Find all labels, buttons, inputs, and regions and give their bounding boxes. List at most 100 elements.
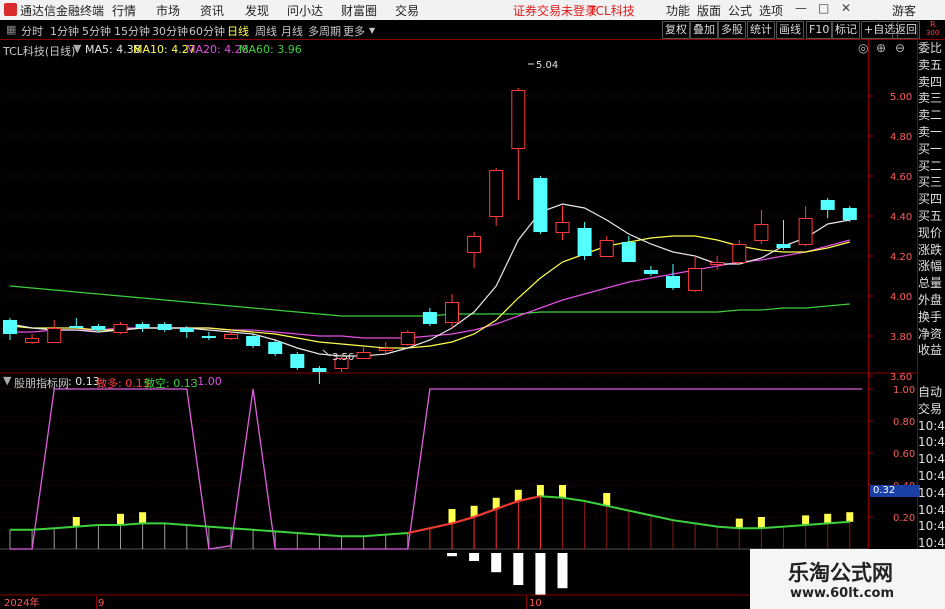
white-bar — [469, 553, 480, 561]
side-label: 涨幅 — [918, 259, 943, 274]
candle-body-down — [201, 336, 216, 338]
white-bar — [491, 553, 502, 573]
watermark: 乐淘公式网 www.60lt.com — [750, 549, 945, 609]
x-label-oct: 10 — [529, 598, 542, 609]
yellow-bar — [846, 512, 854, 522]
moving-average-lines — [9, 203, 850, 357]
candle-body-down — [577, 228, 592, 256]
price-tick-label: 4.20 — [890, 252, 912, 263]
candle — [666, 264, 680, 290]
price-tick-label: 5.00 — [890, 92, 912, 103]
candle-body-up — [798, 218, 813, 245]
long-label: 做多: 0.13 — [96, 377, 150, 390]
candle-body-down — [290, 354, 305, 368]
candle-body-up — [224, 334, 238, 339]
candle — [356, 346, 371, 359]
candle — [599, 236, 614, 257]
side-label: 10:49 — [918, 468, 945, 483]
price-tick-label: 3.80 — [890, 332, 912, 343]
candle-body-down — [312, 368, 327, 372]
candle-body-up — [732, 244, 747, 263]
price-tick-label: 4.60 — [890, 172, 912, 183]
side-label: 卖五 — [918, 57, 943, 72]
candle-body-down — [69, 326, 84, 328]
candle — [511, 88, 526, 200]
yellow-bar — [603, 493, 611, 506]
high-price-label: 5.04 — [536, 60, 558, 71]
price-tick-label: 4.40 — [890, 212, 912, 223]
price-tick-label: 4.00 — [890, 292, 912, 303]
side-label: 买二 — [918, 158, 943, 173]
candle — [533, 176, 548, 234]
indicator-axis: 1.000.800.600.400.20 — [868, 385, 915, 524]
candle — [820, 198, 835, 218]
candle-body-up — [511, 90, 526, 149]
candle-body-up — [445, 302, 459, 323]
kline-chart: 5.04 3.56 5.00 4.80 4.60 4.40 4.20 4.00 3.80 3.… — [0, 20, 918, 609]
side-label: 涨跌 — [918, 242, 943, 257]
candle — [732, 240, 747, 264]
indicator-settings-icon[interactable]: ▼ — [3, 374, 11, 387]
side-label: 10:49 — [918, 519, 945, 534]
candle — [842, 206, 857, 222]
ma10-line — [9, 235, 850, 349]
candle — [290, 352, 305, 370]
candle — [489, 168, 504, 226]
yellow-bar — [448, 509, 456, 524]
candle — [69, 318, 84, 328]
price-tick-label: 4.80 — [890, 132, 912, 143]
price-grid — [0, 95, 868, 377]
candle-body-up — [400, 332, 415, 345]
candle-body-down — [842, 208, 857, 220]
candle-body-down — [135, 324, 150, 328]
yellow-bar — [72, 517, 80, 527]
candle — [798, 206, 813, 246]
yellow-bar — [559, 485, 566, 498]
candle — [312, 366, 327, 384]
candle — [47, 320, 62, 343]
yellow-bar — [757, 517, 765, 529]
candle — [201, 332, 216, 340]
candle-body-down — [666, 276, 680, 288]
watermark-title: 乐淘公式网 — [788, 561, 893, 585]
indicator-lines — [10, 388, 862, 550]
side-label: 买一 — [918, 141, 943, 156]
candle — [776, 220, 791, 250]
ma5-line — [9, 203, 850, 357]
candle — [422, 308, 437, 326]
candle-body-down — [246, 336, 261, 346]
candle — [135, 322, 150, 332]
candle-body-down — [179, 328, 194, 332]
white-bar — [513, 553, 524, 585]
side-label: 收益 — [918, 343, 943, 358]
candle — [577, 222, 592, 260]
candle — [643, 266, 658, 276]
indicator-tick-label: 0.80 — [893, 417, 915, 428]
side-label: 外盘 — [918, 292, 943, 307]
yellow-bar — [824, 513, 832, 524]
candle — [91, 324, 106, 332]
candle-body-up — [599, 240, 614, 257]
candle-body-up — [754, 224, 769, 241]
side-label: 卖四 — [918, 74, 943, 89]
signal-label: : 1.00 — [190, 375, 222, 388]
side-label: 总量 — [918, 276, 943, 291]
candle-body-up — [555, 222, 570, 233]
indicator-tick-label: 0.60 — [893, 449, 915, 460]
side-label: 买三 — [918, 175, 943, 190]
candle — [754, 210, 769, 244]
low-price-label: 3.56 — [332, 352, 354, 363]
candle-body-down — [422, 312, 437, 324]
side-label: 卖二 — [918, 108, 943, 123]
yellow-bar — [802, 515, 810, 525]
candle — [3, 318, 17, 340]
candle — [710, 256, 725, 270]
candle — [157, 322, 172, 332]
candle-body-down — [776, 244, 791, 248]
candle — [113, 322, 128, 334]
candle-body-down — [643, 270, 658, 274]
candle — [246, 334, 261, 348]
x-label-sep: 9 — [98, 598, 104, 609]
side-label: 卖一 — [918, 124, 943, 139]
candle-body-down — [91, 326, 106, 330]
